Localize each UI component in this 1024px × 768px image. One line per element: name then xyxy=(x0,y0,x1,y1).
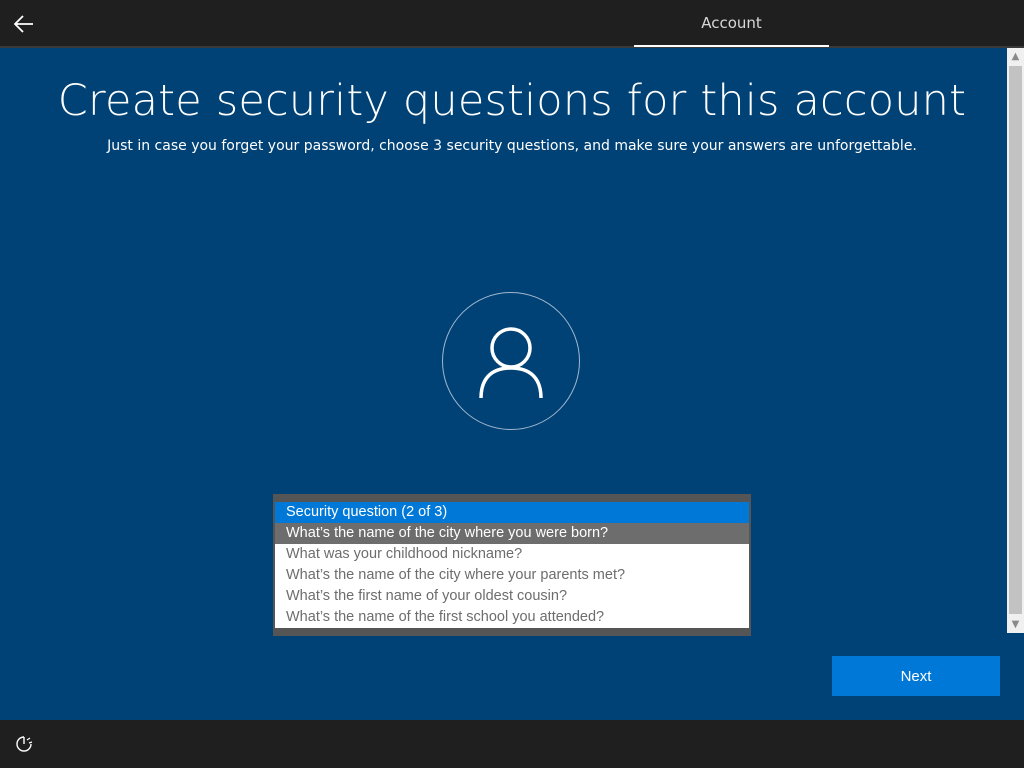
dropdown-option[interactable]: What was your childhood nickname? xyxy=(275,544,749,565)
ease-of-access-button[interactable] xyxy=(14,734,34,754)
scrollbar-thumb[interactable] xyxy=(1009,66,1022,614)
scrollbar[interactable]: ▲ ▼ xyxy=(1007,48,1024,633)
bottom-bar xyxy=(0,720,1024,768)
dropdown-option[interactable]: What’s the name of the first school you … xyxy=(275,607,749,628)
scroll-down-icon[interactable]: ▼ xyxy=(1007,616,1024,633)
back-arrow-icon xyxy=(14,15,33,33)
avatar xyxy=(442,292,580,430)
scroll-up-icon[interactable]: ▲ xyxy=(1007,48,1024,65)
dropdown-option[interactable]: What’s the first name of your oldest cou… xyxy=(275,586,749,607)
dropdown-option[interactable]: What’s the name of the city where your p… xyxy=(275,565,749,586)
top-bar: Account xyxy=(0,0,1024,48)
page-subtitle: Just in case you forget your password, c… xyxy=(107,138,917,154)
tab-underline xyxy=(634,45,829,47)
dropdown-header[interactable]: Security question (2 of 3) xyxy=(275,502,749,523)
back-button[interactable] xyxy=(8,8,40,40)
ease-of-access-icon xyxy=(16,736,33,752)
tab-account: Account xyxy=(701,14,762,32)
dropdown-option-selected[interactable]: What’s the name of the city where you we… xyxy=(275,523,749,544)
security-question-dropdown[interactable]: Security question (2 of 3) What’s the na… xyxy=(273,494,751,636)
next-button[interactable]: Next xyxy=(832,656,1000,696)
page-title: Create security questions for this accou… xyxy=(57,76,967,126)
user-icon xyxy=(479,327,543,398)
